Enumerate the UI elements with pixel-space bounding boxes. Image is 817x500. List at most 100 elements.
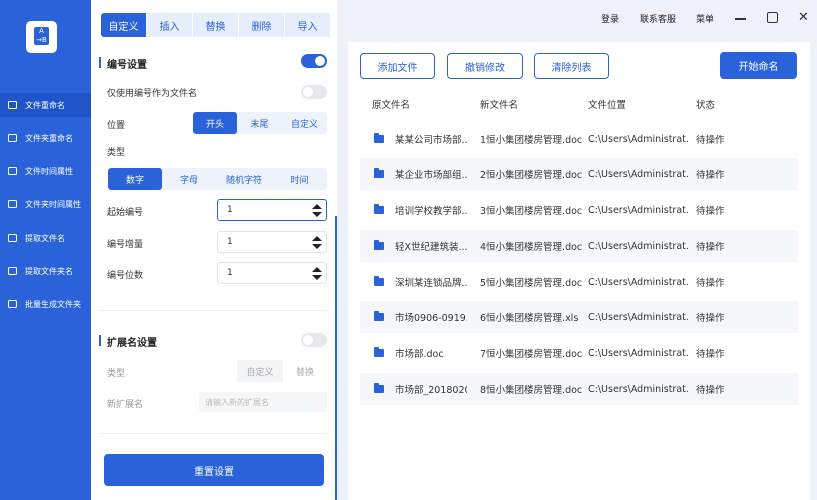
numbering-toggle[interactable]	[301, 54, 327, 68]
table-row[interactable]: 培训学校教学部... 3恒小集团楼房管理.doc C:\Users\Admini…	[360, 194, 798, 226]
position-label: 位置	[107, 121, 126, 131]
file-list-panel: 添加文件 撤销修改 清除列表 开始命名 原文件名 新文件名 文件位置 状态 某某…	[348, 42, 810, 500]
new-ext-input[interactable]: 请输入新的扩展名	[199, 392, 327, 412]
cell-original: 市场部_2018020...	[395, 385, 467, 396]
cell-new: 2恒小集团楼房管理.doc	[480, 170, 582, 181]
sidebar-item-label: 文件时间属性	[25, 166, 73, 176]
folder-icon	[374, 311, 384, 321]
use-number-only-toggle[interactable]	[301, 85, 327, 99]
sidebar-item-file-rename[interactable]: 文件重命名	[0, 93, 91, 117]
sidebar-item-extract-foldername[interactable]: 提取文件夹名	[0, 259, 91, 283]
start-number-stepper[interactable]: 1	[217, 199, 327, 221]
menu-link[interactable]: 菜单	[696, 12, 714, 25]
cell-new: 7恒小集团楼房管理.doc	[480, 349, 582, 360]
sidebar-item-label: 提取文件夹名	[25, 266, 73, 276]
sidebar-item-batch-folders[interactable]: 批量生成文件夹	[0, 292, 91, 316]
login-link[interactable]: 登录	[601, 12, 619, 25]
cell-status: 待操作	[696, 135, 725, 146]
folder-icon	[374, 347, 384, 357]
position-option-end[interactable]: 末尾	[237, 112, 282, 134]
type-option-letter[interactable]: 字母	[162, 168, 216, 190]
type-option-random[interactable]: 随机字符	[216, 168, 272, 190]
folder-icon	[374, 240, 384, 250]
folder-icon	[8, 134, 17, 142]
sidebar-item-label: 提取文件名	[25, 233, 65, 243]
folder-icon	[374, 276, 384, 286]
cell-status: 待操作	[696, 349, 725, 360]
clear-list-button[interactable]: 清除列表	[534, 53, 609, 79]
app-logo: A →B	[26, 21, 57, 53]
cell-new: 5恒小集团楼房管理.doc	[480, 278, 582, 289]
sidebar-item-label: 批量生成文件夹	[25, 299, 81, 309]
start-number-label: 起始编号	[107, 208, 144, 218]
folder-icon	[374, 168, 384, 178]
cell-location: C:\Users\Administrat...	[588, 276, 688, 288]
cell-new: 8恒小集团楼房管理.doc	[480, 385, 582, 396]
rule-tabs: 自定义 插入 替换 删除 导入	[101, 13, 417, 37]
cell-location: C:\Users\Administrat...	[588, 133, 688, 145]
ext-type-label: 类型	[107, 369, 126, 379]
sidebar-item-file-time[interactable]: 文件时间属性	[0, 159, 91, 183]
table-row[interactable]: 深圳某连锁品牌... 5恒小集团楼房管理.doc C:\Users\Admini…	[360, 266, 798, 298]
use-number-only-label: 仅使用编号作为文件名	[107, 89, 198, 99]
folder-icon	[374, 133, 384, 143]
rename-icon: A →B	[34, 27, 49, 45]
divider	[99, 310, 329, 311]
table-row[interactable]: 某企业市场部组... 2恒小集团楼房管理.doc C:\Users\Admini…	[360, 158, 798, 190]
panel-scrollbar[interactable]	[335, 216, 337, 500]
close-icon[interactable]: ✕	[798, 10, 809, 25]
sidebar-item-label: 文件夹重命名	[25, 133, 73, 143]
cell-location: C:\Users\Administrat...	[588, 311, 688, 323]
folder-icon	[374, 383, 384, 393]
sidebar-item-label: 文件重命名	[25, 100, 65, 110]
type-selector: 数字 字母 随机字符 时间	[108, 168, 327, 190]
ext-type-option-replace[interactable]: 替换	[283, 360, 327, 382]
sidebar-item-extract-filename[interactable]: 提取文件名	[0, 226, 91, 250]
ext-type-option-custom[interactable]: 自定义	[237, 360, 283, 382]
type-option-number[interactable]: 数字	[108, 168, 162, 190]
cell-original: 市场0906-0919...	[395, 313, 467, 324]
cell-original: 某企业市场部组...	[395, 170, 467, 181]
type-option-time[interactable]: 时间	[272, 168, 327, 190]
position-option-custom[interactable]: 自定义	[282, 112, 327, 134]
digits-stepper[interactable]: 1	[217, 262, 327, 284]
undo-button[interactable]: 撤销修改	[447, 53, 523, 79]
folder-icon	[374, 204, 384, 214]
stepper-arrows-icon[interactable]	[312, 203, 322, 217]
start-rename-button[interactable]: 开始命名	[720, 52, 797, 79]
extension-toggle[interactable]	[301, 333, 327, 347]
sidebar-item-folder-time[interactable]: 文件夹时间属性	[0, 192, 91, 216]
header-location: 文件位置	[588, 100, 627, 111]
cell-location: C:\Users\Administrat...	[588, 383, 688, 395]
reset-button[interactable]: 重置设置	[104, 454, 324, 486]
tab-insert[interactable]: 插入	[147, 13, 192, 37]
tab-delete[interactable]: 删除	[239, 13, 284, 37]
table-row[interactable]: 市场部.doc 7恒小集团楼房管理.doc C:\Users\Administr…	[360, 337, 798, 369]
step-value: 1	[227, 237, 233, 247]
cell-status: 待操作	[696, 170, 725, 181]
minimize-icon[interactable]	[735, 18, 746, 20]
table-row[interactable]: 轻X世纪建筑装... 4恒小集团楼房管理.doc C:\Users\Admini…	[360, 230, 798, 262]
tab-custom[interactable]: 自定义	[101, 13, 146, 37]
position-option-start[interactable]: 开头	[193, 112, 237, 134]
stepper-arrows-icon[interactable]	[312, 266, 322, 280]
tab-import[interactable]: 导入	[285, 13, 330, 37]
stepper-arrows-icon[interactable]	[312, 235, 322, 249]
cell-status: 待操作	[696, 242, 725, 253]
step-label: 编号增量	[107, 240, 144, 250]
table-row[interactable]: 市场0906-0919... 6恒小集团楼房管理.xls C:\Users\Ad…	[360, 301, 798, 333]
add-files-button[interactable]: 添加文件	[360, 53, 435, 79]
maximize-icon[interactable]	[767, 12, 778, 23]
tab-replace[interactable]: 替换	[193, 13, 238, 37]
extension-section-title: 扩展名设置	[99, 334, 157, 349]
table-row[interactable]: 某某公司市场部... 1恒小集团楼房管理.doc C:\Users\Admini…	[360, 123, 798, 155]
start-number-value: 1	[227, 205, 233, 215]
cell-location: C:\Users\Administrat...	[588, 168, 688, 180]
sidebar-item-folder-rename[interactable]: 文件夹重命名	[0, 126, 91, 150]
cell-original: 轻X世纪建筑装...	[395, 242, 467, 253]
support-link[interactable]: 联系客服	[640, 12, 676, 25]
header-status: 状态	[696, 100, 716, 111]
step-stepper[interactable]: 1	[217, 231, 327, 253]
table-row[interactable]: 市场部_2018020... 8恒小集团楼房管理.doc C:\Users\Ad…	[360, 373, 798, 405]
cell-status: 待操作	[696, 313, 725, 324]
